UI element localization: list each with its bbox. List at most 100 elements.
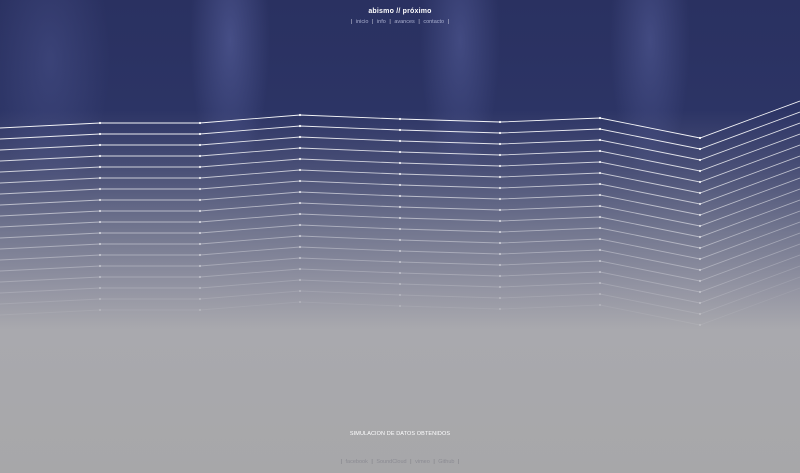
data-point (498, 285, 502, 289)
data-point (698, 169, 702, 173)
data-point (398, 260, 402, 264)
data-point (498, 131, 502, 135)
page: { "header": { "title": "abismo // próxim… (0, 0, 800, 473)
data-point (698, 191, 702, 195)
data-point (698, 147, 702, 151)
data-point (98, 242, 102, 246)
data-point (398, 238, 402, 242)
data-point (698, 279, 702, 283)
data-point (98, 286, 102, 290)
nav-separator: | (389, 19, 391, 25)
footer-link-soundcloud[interactable]: SoundCloud (376, 459, 406, 465)
data-point (498, 263, 502, 267)
data-point (598, 270, 602, 274)
data-point (198, 297, 202, 301)
data-point (598, 171, 602, 175)
main-nav: | inicio | info | avances | contacto | (0, 19, 800, 25)
nav-link-contacto[interactable]: contacto (423, 19, 444, 25)
data-point (298, 146, 302, 150)
data-point (598, 149, 602, 153)
nav-separator: | (350, 19, 353, 25)
data-point (98, 132, 102, 136)
data-point (198, 132, 202, 136)
data-point (298, 124, 302, 128)
data-point (198, 154, 202, 158)
data-point (198, 143, 202, 147)
data-point (498, 175, 502, 179)
data-point (198, 187, 202, 191)
nav-separator: | (418, 19, 420, 25)
data-point (198, 275, 202, 279)
data-point (598, 127, 602, 131)
data-lines-chart (0, 100, 800, 327)
site-title: abismo // próximo (368, 8, 432, 15)
data-point (198, 198, 202, 202)
data-point (98, 176, 102, 180)
data-point (398, 150, 402, 154)
data-point (398, 216, 402, 220)
site-header: abismo // próximo | inicio | info | avan… (0, 8, 800, 25)
data-point (498, 219, 502, 223)
data-point (498, 252, 502, 256)
nav-link-avances[interactable]: avances (394, 19, 415, 25)
data-point (698, 290, 702, 294)
data-point (598, 226, 602, 230)
nav-link-inicio[interactable]: inicio (356, 19, 369, 25)
social-nav: | facebook | SoundCloud | vimeo | Github… (0, 459, 800, 465)
footer-separator: | (433, 459, 435, 465)
data-point (398, 161, 402, 165)
nav-separator: | (447, 19, 450, 25)
data-point (698, 301, 702, 305)
data-point (598, 204, 602, 208)
data-point (698, 224, 702, 228)
data-point (298, 113, 302, 117)
data-point (598, 303, 602, 307)
simulation-caption: SIMULACION DE DATOS OBTENIDOS (349, 431, 451, 437)
data-point (498, 120, 502, 124)
footer-separator: | (340, 459, 342, 465)
data-point (298, 300, 302, 304)
site-footer: | facebook | SoundCloud | vimeo | Github… (0, 455, 800, 465)
footer-separator: | (458, 459, 460, 465)
data-point (598, 138, 602, 142)
data-point (698, 158, 702, 162)
data-point (98, 198, 102, 202)
data-point (498, 296, 502, 300)
data-point (298, 179, 302, 183)
data-point (298, 278, 302, 282)
nav-link-info[interactable]: info (377, 19, 386, 25)
footer-link-github[interactable]: Github (438, 459, 454, 465)
footer-link-vimeo[interactable]: vimeo (415, 459, 430, 465)
data-point (98, 187, 102, 191)
data-point (698, 257, 702, 261)
data-point (398, 183, 402, 187)
data-point (298, 212, 302, 216)
data-point (598, 259, 602, 263)
data-point (498, 241, 502, 245)
data-point (398, 304, 402, 308)
data-point (498, 142, 502, 146)
data-point (398, 128, 402, 132)
data-point (398, 205, 402, 209)
data-point (498, 186, 502, 190)
data-point (698, 202, 702, 206)
data-point (198, 253, 202, 257)
data-point (198, 286, 202, 290)
data-point (598, 237, 602, 241)
data-point (98, 297, 102, 301)
data-point (498, 274, 502, 278)
data-point (98, 308, 102, 312)
data-point (598, 193, 602, 197)
data-point (398, 227, 402, 231)
data-point (698, 246, 702, 250)
data-point (498, 197, 502, 201)
data-point (398, 249, 402, 253)
data-point (298, 267, 302, 271)
footer-link-facebook[interactable]: facebook (346, 459, 368, 465)
nav-separator: | (371, 19, 374, 25)
data-point (198, 308, 202, 312)
data-point (398, 282, 402, 286)
data-point (698, 235, 702, 239)
data-point (498, 307, 502, 311)
data-point (598, 248, 602, 252)
